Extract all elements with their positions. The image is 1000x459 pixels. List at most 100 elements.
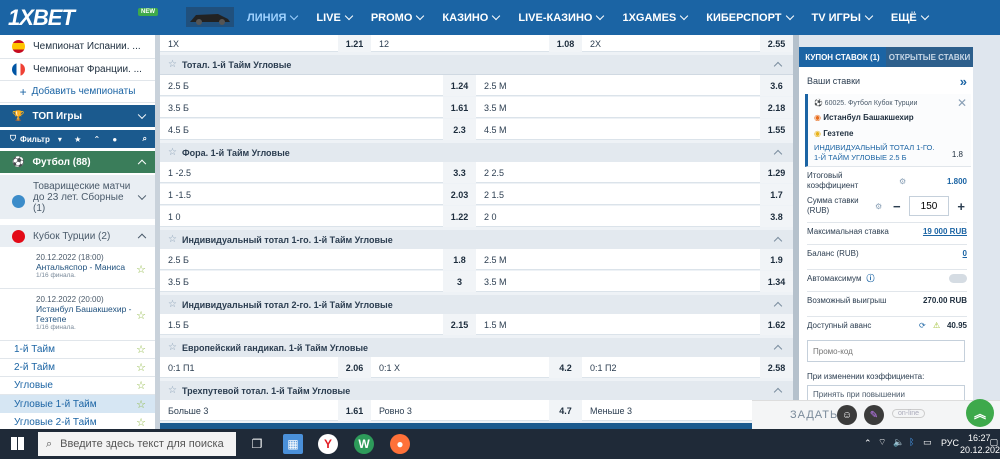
odds-cell[interactable]: 1 -2.5 3.3 [160, 162, 476, 183]
wifi-icon[interactable]: ⌔ [878, 437, 886, 448]
odds-cell[interactable]: 1 -1.5 2.03 [160, 184, 476, 205]
favorite-star-icon[interactable]: ☆ [136, 416, 146, 429]
favorite-star-icon[interactable]: ☆ [136, 379, 146, 392]
chevron-up-icon[interactable] [773, 236, 783, 246]
automax-toggle[interactable] [949, 274, 967, 283]
nav-live[interactable]: LIVE [316, 11, 354, 24]
chevron-up-icon[interactable] [773, 344, 783, 354]
odds-cell[interactable]: 0:1 П2 2.58 [582, 357, 793, 378]
favorite-star-icon[interactable]: ☆ [168, 234, 177, 245]
odds-cell[interactable]: 2.5 М 1.9 [476, 249, 793, 270]
favorite-star-icon[interactable]: ☆ [136, 361, 146, 374]
odds-cell[interactable]: 1.5 Б 2.15 [160, 314, 476, 335]
feather-icon[interactable]: ✎ [864, 405, 884, 425]
logo[interactable]: 1XBET [0, 0, 108, 35]
windows-start-icon[interactable] [11, 437, 24, 450]
market-header[interactable]: ☆ Индивидуальный тотал 1-го. 1-й Тайм Угл… [160, 230, 793, 250]
odds-cell[interactable]: 3.5 М 2.18 [476, 97, 793, 118]
odds-cell[interactable]: 2.5 М 3.6 [476, 75, 793, 96]
match-basaksehir-goztepe[interactable]: 20.12.2022 (20:00) Истанбул Башакшехир -… [0, 291, 155, 341]
yandex-browser-icon[interactable]: Y [318, 434, 338, 454]
bluetooth-icon[interactable]: ᛒ [909, 437, 914, 447]
odds-cell[interactable]: 2.5 Б 1.24 [160, 75, 476, 96]
period-first-half[interactable]: 1-й Тайм ☆ [0, 341, 155, 359]
calculator-icon[interactable]: ▦ [283, 434, 303, 454]
market-header[interactable]: ☆ Фора. 1-й Тайм Угловые [160, 143, 793, 163]
favorite-star-icon[interactable]: ☆ [168, 342, 177, 353]
sidebar-item-football[interactable]: ⚽ Футбол (88) [0, 151, 155, 173]
tab-open-bets[interactable]: ОТКРЫТЫЕ СТАВКИ [886, 47, 973, 67]
stake-increase-button[interactable]: + [957, 199, 965, 214]
odds-cell[interactable]: Ровно 3 4.7 [371, 400, 582, 421]
task-view-icon[interactable]: ❐ [247, 434, 267, 454]
chevron-up-icon[interactable]: ⌃ [864, 438, 872, 449]
odds-cell[interactable]: 2X 2.55 [582, 35, 793, 52]
max-bet-link[interactable]: 19 000 RUB [923, 227, 967, 236]
tab-coupon[interactable]: КУПОН СТАВОК (1) [799, 47, 886, 67]
search-icon[interactable]: ⌕ [143, 134, 147, 144]
odds-cell[interactable]: 2 0 3.8 [476, 206, 793, 227]
settings-gear-icon[interactable]: ⚙ [899, 177, 906, 186]
network-icon[interactable]: ▭ [923, 437, 932, 448]
odds-cell[interactable]: 0:1 X 4.2 [371, 357, 582, 378]
odds-cell[interactable]: 2 1.5 1.7 [476, 184, 793, 205]
stake-input[interactable] [909, 196, 949, 216]
nav-tv-games[interactable]: TV ИГРЫ [812, 11, 874, 24]
winamp-icon[interactable]: W [354, 434, 374, 454]
period-second-half[interactable]: 2-й Тайм ☆ [0, 359, 155, 377]
odds-cell[interactable]: 4.5 Б 2.3 [160, 119, 476, 140]
match-antalyaspor-manisa[interactable]: 20.12.2022 (18:00) Антальяспор - Маниса … [0, 249, 155, 289]
taskbar-search[interactable]: ⌕ Введите здесь текст для поиска [38, 432, 236, 456]
add-championships-button[interactable]: + Добавить чемпионаты [0, 81, 155, 103]
scroll-up-button[interactable]: ︽ [966, 399, 994, 427]
odds-cell[interactable]: 4.5 М 1.55 [476, 119, 793, 140]
filter-options-icons[interactable]: ▾ ★ ⌃ ● [58, 135, 122, 144]
favorite-star-icon[interactable]: ☆ [168, 147, 177, 158]
favorite-star-icon[interactable]: ☆ [168, 299, 177, 310]
favorite-star-icon[interactable]: ☆ [168, 59, 177, 70]
support-icon[interactable]: ☺ [837, 405, 857, 425]
odds-cell[interactable]: 3.5 Б3 [160, 271, 476, 292]
settings-gear-icon[interactable]: ⚙ [875, 202, 882, 211]
favorite-star-icon[interactable]: ☆ [136, 398, 146, 411]
close-icon[interactable]: ✕ [957, 96, 967, 110]
top-games-toggle[interactable]: 🏆 ТОП Игры [0, 105, 155, 127]
favorite-star-icon[interactable]: ☆ [136, 343, 146, 356]
sidebar-item-turkey-cup[interactable]: Кубок Турции (2) [0, 225, 155, 247]
refresh-icon[interactable]: ⟳ [919, 321, 926, 330]
volume-icon[interactable]: 🔈 [893, 437, 904, 448]
ask-question-widget[interactable]: ЗАДАТЬ ☺ ✎ on-line ︽ [752, 399, 1000, 429]
favorite-star-icon[interactable]: ☆ [168, 385, 177, 396]
favorite-star-icon[interactable]: ☆ [136, 263, 146, 276]
notification-icon[interactable]: ▢ [989, 437, 998, 448]
nav-more[interactable]: ЕЩЁ [891, 11, 930, 24]
car-promo-icon[interactable] [186, 7, 234, 27]
chevron-up-icon[interactable] [773, 387, 783, 397]
chevron-up-icon[interactable] [773, 149, 783, 159]
period-corners[interactable]: Угловые ☆ [0, 377, 155, 395]
info-icon[interactable]: ⓘ [866, 273, 874, 284]
odds-cell[interactable]: 1 0 1.22 [160, 206, 476, 227]
odds-cell[interactable]: 2 2.5 1.29 [476, 162, 793, 183]
odds-cell[interactable]: 3.5 Б 1.61 [160, 97, 476, 118]
nav-liniya[interactable]: ЛИНИЯ [247, 11, 299, 24]
odds-cell[interactable]: 3.5 М 1.34 [476, 271, 793, 292]
period-corners-first-half[interactable]: Угловые 1-й Тайм ☆ [0, 395, 155, 413]
odds-cell[interactable]: 1.5 М 1.62 [476, 314, 793, 335]
odds-cell[interactable]: Больше 3 1.61 [160, 400, 371, 421]
odds-cell[interactable]: 1X 1.21 [160, 35, 371, 52]
collapse-arrows-icon[interactable]: » [960, 74, 967, 89]
odds-cell[interactable]: 2.5 Б 1.8 [160, 249, 476, 270]
market-header[interactable]: ☆ Индивидуальный тотал 2-го. 1-й Тайм Угл… [160, 295, 793, 315]
firefox-icon[interactable]: ● [390, 434, 410, 454]
favorite-star-icon[interactable]: ☆ [136, 309, 146, 322]
nav-1xgames[interactable]: 1XGAMES [622, 11, 689, 24]
market-header[interactable]: ☆ Трехпутевой тотал. 1-й Тайм Угловые [160, 381, 793, 401]
nav-live-casino[interactable]: LIVE-КАЗИНО [518, 11, 605, 24]
nav-casino[interactable]: КАЗИНО [442, 11, 501, 24]
odds-cell[interactable]: 0:1 П1 2.06 [160, 357, 371, 378]
odds-cell[interactable]: 12 1.08 [371, 35, 582, 52]
market-header[interactable]: ☆ Европейский гандикап. 1-й Тайм Угловые [160, 338, 793, 358]
promo-code-input[interactable] [807, 340, 965, 362]
market-header[interactable]: ☆ Тотал. 1-й Тайм Угловые [160, 55, 793, 75]
